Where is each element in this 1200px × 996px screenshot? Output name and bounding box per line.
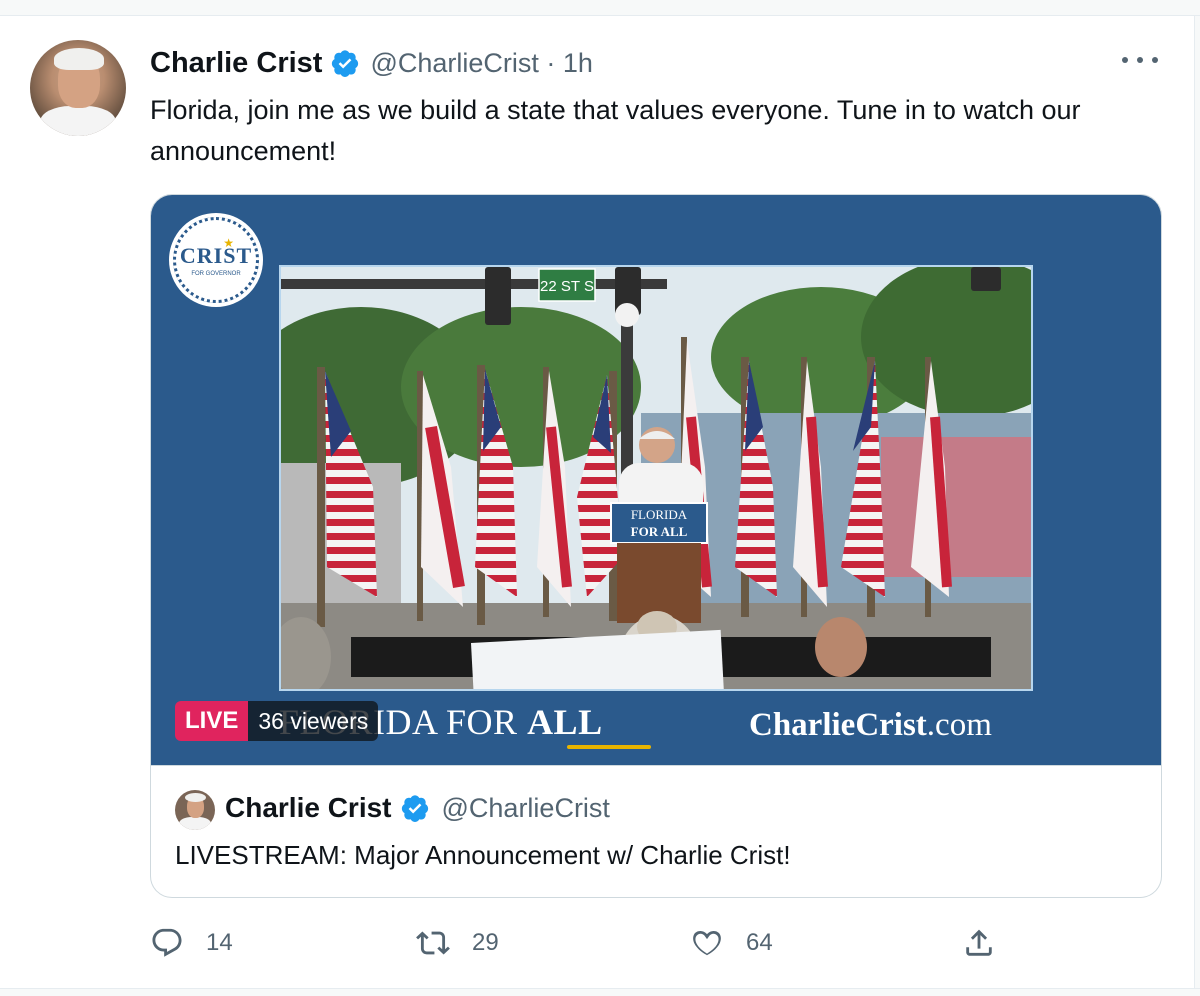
retweet-button[interactable]: 29 (416, 920, 499, 966)
like-count: 64 (746, 929, 773, 956)
right-divider (1194, 16, 1200, 996)
podium-line1: FLORIDA (631, 507, 688, 522)
tweet-header: Charlie Crist @CharlieCrist · 1h (150, 44, 593, 82)
reply-button[interactable]: 14 (150, 920, 233, 966)
like-button[interactable]: 64 (690, 920, 773, 966)
quoted-text: LIVESTREAM: Major Announcement w/ Charli… (175, 840, 791, 870)
banner-right-bold: CharlieCrist (749, 707, 927, 743)
author-avatar[interactable] (30, 40, 126, 136)
banner-website: CharlieCrist.com (749, 707, 992, 744)
tweet-text: Florida, join me as we build a state tha… (150, 95, 1081, 166)
live-badge: LIVE 36 viewers (175, 701, 379, 741)
author-handle-time[interactable]: @CharlieCrist · 1h (370, 48, 592, 79)
reply-icon (152, 928, 182, 957)
verified-badge-icon (332, 50, 359, 77)
crist-logo: ★ CRIST FOR GOVERNOR (169, 213, 263, 307)
star-icon: ★ (223, 236, 234, 250)
like-icon (693, 930, 721, 956)
media-card[interactable]: ★ CRIST FOR GOVERNOR 22 ST S FLORIDA FOR… (150, 194, 1162, 898)
quoted-tweet[interactable]: Charlie Crist @CharlieCrist LIVESTREAM: … (151, 765, 1161, 897)
live-label: LIVE (175, 701, 249, 741)
reply-count: 14 (206, 929, 233, 956)
retweet-icon (416, 931, 450, 955)
video-scene: 22 ST S FLORIDA FOR ALL (281, 267, 1031, 689)
quoted-author-name[interactable]: Charlie Crist (225, 792, 392, 824)
quoted-header: Charlie Crist @CharlieCrist (225, 792, 610, 824)
verified-badge-icon (401, 795, 428, 822)
quoted-author-handle[interactable]: @CharlieCrist (442, 793, 610, 824)
podium-line2: FOR ALL (631, 524, 688, 539)
top-divider (0, 0, 1200, 16)
banner-right-rest: .com (926, 707, 992, 743)
more-icon[interactable] (1122, 52, 1158, 68)
share-button[interactable] (962, 920, 1018, 966)
logo-text: CRIST (179, 243, 253, 268)
tweet-actions: 14 29 64 (150, 920, 1010, 966)
video-frame[interactable]: 22 ST S FLORIDA FOR ALL (279, 265, 1033, 691)
banner-left-bold: ALL (527, 702, 603, 742)
street-sign-text: 22 ST S (540, 278, 594, 295)
banner-underline (567, 745, 651, 749)
author-name[interactable]: Charlie Crist (150, 47, 322, 80)
share-icon (966, 929, 992, 956)
quoted-author-avatar[interactable] (175, 790, 215, 830)
retweet-count: 29 (472, 929, 499, 956)
viewer-count: 36 viewers (248, 701, 379, 741)
logo-subtext: FOR GOVERNOR (191, 271, 241, 277)
bottom-divider (0, 988, 1200, 996)
livestream-media[interactable]: ★ CRIST FOR GOVERNOR 22 ST S FLORIDA FOR… (151, 195, 1161, 765)
